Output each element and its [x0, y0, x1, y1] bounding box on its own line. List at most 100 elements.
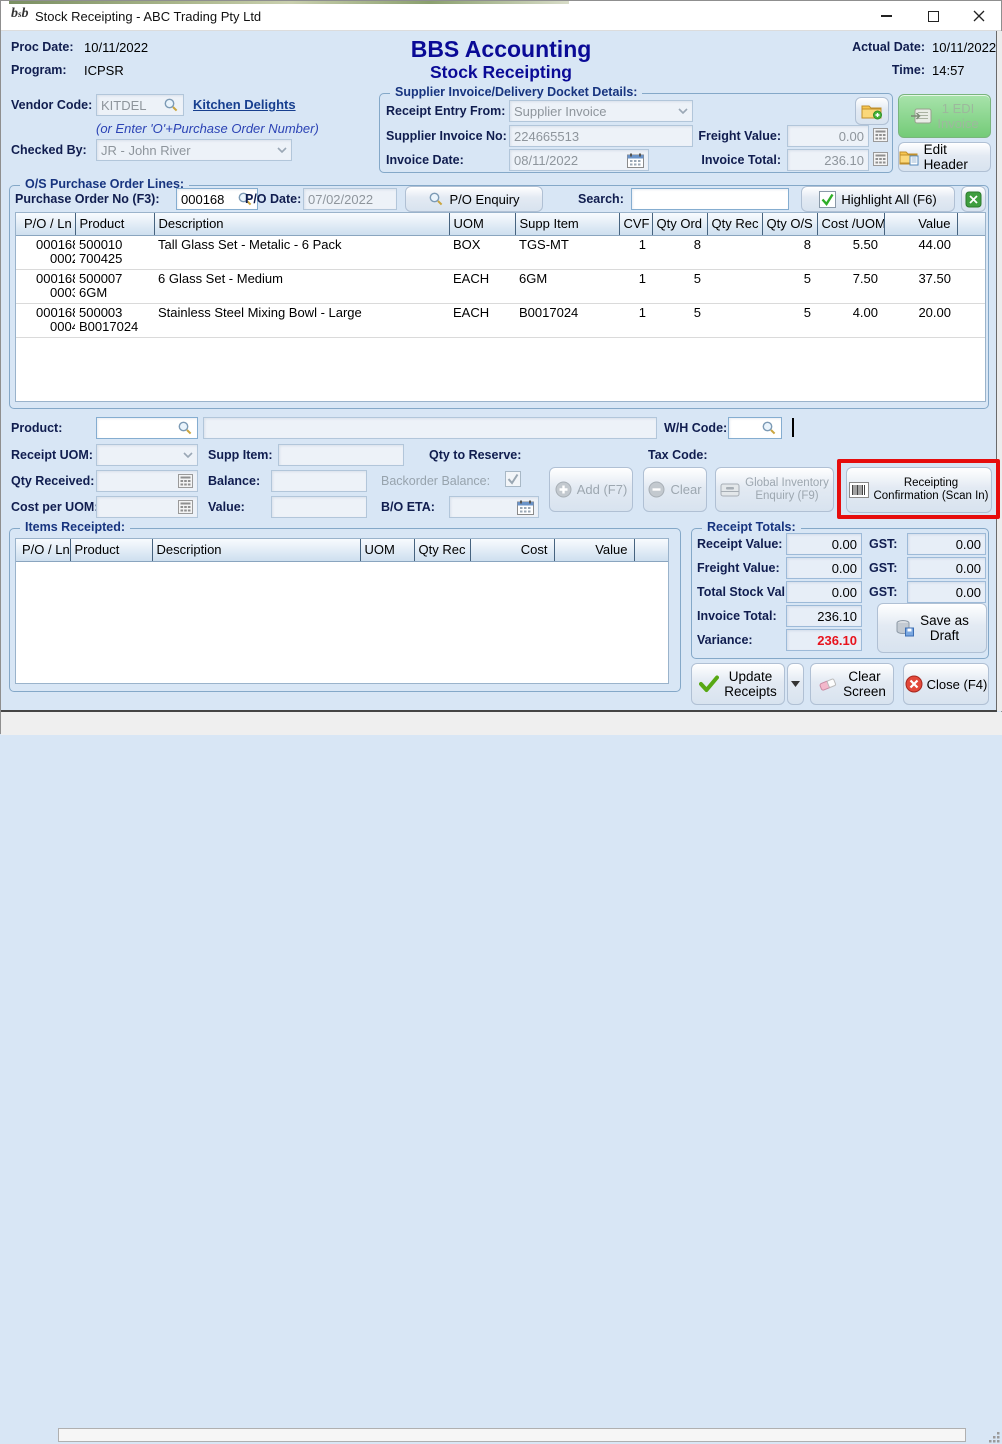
calendar-icon[interactable]	[627, 153, 644, 168]
value-field	[271, 496, 367, 518]
po-line-row[interactable]: 0001680004 500003B0017024 Stainless Stee…	[16, 303, 986, 337]
invoice-total-bottom-label: Invoice Total:	[697, 609, 777, 623]
app-title: BBS Accounting	[331, 36, 671, 63]
col-po-ln: P/O / Ln	[16, 213, 75, 235]
title-bar: bsb Stock Receipting - ABC Trading Pty L…	[1, 1, 1001, 31]
checked-by-label: Checked By:	[11, 143, 87, 157]
annotation-highlight-box	[837, 459, 1000, 519]
col-spacer	[634, 539, 669, 561]
col-value: Value	[554, 539, 634, 561]
minimize-button[interactable]	[863, 1, 909, 31]
program-label: Program:	[11, 63, 67, 77]
receipt-entry-from-select[interactable]: Supplier Invoice	[509, 100, 693, 122]
update-receipts-button[interactable]: UpdateReceipts	[691, 663, 785, 705]
calculator-icon[interactable]	[178, 500, 193, 514]
receipt-uom-select[interactable]	[96, 444, 198, 466]
supplier-invoice-no-field[interactable]: 224665513	[509, 125, 693, 147]
cost-per-uom-label: Cost per UOM:	[11, 500, 99, 514]
calendar-icon[interactable]	[517, 500, 534, 515]
save-as-draft-button[interactable]: Save asDraft	[877, 603, 987, 653]
edit-header-icon	[899, 149, 919, 166]
checkbox-checked-icon	[819, 191, 836, 208]
receipt-value-field: 0.00	[786, 533, 862, 555]
add-button[interactable]: Add (F7)	[549, 467, 633, 512]
minus-circle-icon	[648, 481, 665, 498]
col-uom: UOM	[449, 213, 515, 235]
vendor-name-link[interactable]: Kitchen Delights	[193, 97, 296, 112]
supp-item-field[interactable]	[278, 444, 404, 466]
clear-button[interactable]: Clear	[643, 467, 707, 512]
excel-icon	[965, 191, 982, 208]
search-input[interactable]	[631, 188, 789, 210]
col-spacer	[957, 213, 986, 235]
resize-grip-icon[interactable]	[988, 1431, 1001, 1444]
bo-eta-field[interactable]	[449, 496, 539, 518]
dropdown-arrow-icon	[791, 681, 800, 687]
text-cursor	[792, 418, 794, 437]
calculator-icon[interactable]	[873, 128, 888, 142]
vendor-code-label: Vendor Code:	[11, 98, 92, 112]
supplier-invoice-no-label: Supplier Invoice No:	[386, 129, 507, 143]
app-window: bsb Stock Receipting - ABC Trading Pty L…	[0, 0, 1002, 734]
search-icon[interactable]	[761, 420, 777, 436]
invoice-date-label: Invoice Date:	[386, 153, 464, 167]
edi-invoice-button[interactable]: 1 EDIInvoice	[898, 94, 991, 138]
status-message-panel	[58, 1428, 966, 1442]
update-receipts-dropdown-button[interactable]	[787, 663, 804, 705]
po-enquiry-button[interactable]: P/O Enquiry	[405, 186, 543, 212]
export-excel-button[interactable]	[961, 186, 986, 212]
minimize-icon	[881, 15, 892, 17]
po-line-row[interactable]: 0001680002 500010700425 Tall Glass Set -…	[16, 235, 986, 269]
clear-screen-button[interactable]: ClearScreen	[810, 663, 894, 705]
value-label: Value:	[208, 500, 245, 514]
po-table-header-row: P/O / Ln Product Description UOM Supp It…	[16, 213, 986, 235]
search-icon[interactable]	[177, 420, 193, 436]
qty-received-field[interactable]	[96, 470, 198, 492]
edi-invoice-icon	[910, 108, 932, 124]
folder-add-icon	[861, 102, 883, 120]
vendor-code-field[interactable]: KITDEL	[96, 94, 184, 116]
product-field[interactable]	[96, 417, 198, 439]
product-label: Product:	[11, 421, 62, 435]
edit-header-button[interactable]: Edit Header	[898, 142, 991, 172]
maximize-button[interactable]	[910, 1, 956, 31]
backorder-checkbox[interactable]	[505, 471, 521, 487]
po-line-row[interactable]: 0001680003 5000076GM 6 Glass Set - Mediu…	[16, 269, 986, 303]
green-check-icon	[699, 675, 719, 693]
eraser-icon	[818, 676, 838, 693]
close-f4-button[interactable]: Close (F4)	[903, 663, 989, 705]
calculator-icon[interactable]	[873, 152, 888, 166]
cost-per-uom-field[interactable]	[96, 496, 198, 518]
highlight-all-button[interactable]: Highlight All (F6)	[801, 186, 955, 212]
balance-label: Balance:	[208, 474, 260, 488]
checked-by-select[interactable]: JR - John River	[96, 139, 292, 161]
col-cost: Cost	[470, 539, 554, 561]
po-date-field: 07/02/2022	[303, 188, 397, 210]
col-qty-rec: Qty Rec	[707, 213, 762, 235]
stock-gst-field: 0.00	[907, 581, 986, 603]
close-button[interactable]	[956, 1, 1002, 31]
wh-code-field[interactable]	[728, 417, 782, 439]
close-circle-icon	[905, 675, 923, 693]
new-docket-button[interactable]	[855, 97, 889, 125]
col-qty-os: Qty O/S	[762, 213, 817, 235]
calculator-icon[interactable]	[178, 474, 193, 488]
time-label: Time:	[831, 63, 925, 77]
actual-date-value: 10/11/2022	[932, 40, 996, 55]
receipt-value-label: Receipt Value:	[697, 537, 782, 551]
po-lines-table: P/O / Ln Product Description UOM Supp It…	[16, 213, 986, 338]
receipt-gst-field: 0.00	[907, 533, 986, 555]
invoice-date-field[interactable]: 08/11/2022	[509, 149, 649, 171]
items-receipted-title: Items Receipted:	[20, 520, 130, 534]
col-qty-rec: Qty Rec	[414, 539, 470, 561]
global-inventory-enquiry-button[interactable]: Global InventoryEnquiry (F9)	[715, 467, 834, 512]
freight-total-field: 0.00	[786, 557, 862, 579]
save-draft-icon	[895, 619, 915, 637]
proc-date-value: 10/11/2022	[84, 40, 148, 55]
invoice-total-field: 236.10	[787, 149, 869, 171]
chevron-down-icon	[183, 452, 193, 458]
close-icon	[973, 10, 985, 22]
add-circle-icon	[555, 481, 572, 498]
search-icon[interactable]	[163, 97, 179, 113]
gst-label: GST:	[869, 585, 897, 599]
